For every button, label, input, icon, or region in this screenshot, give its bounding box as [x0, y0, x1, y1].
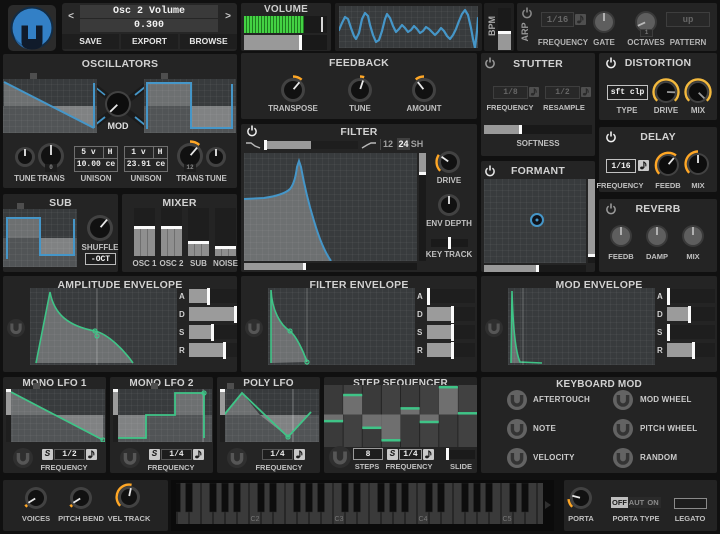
svg-text:C5: C5: [503, 516, 512, 523]
svg-text:C4: C4: [419, 516, 428, 523]
svg-text:C2: C2: [251, 516, 260, 523]
svg-text:C3: C3: [335, 516, 344, 523]
